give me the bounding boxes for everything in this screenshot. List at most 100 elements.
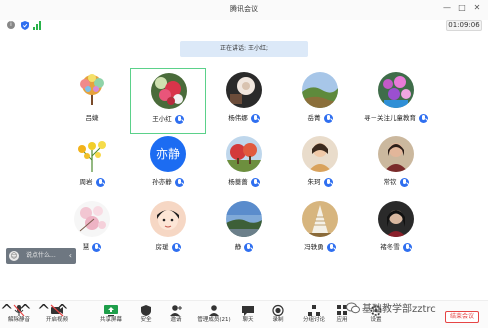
participant-tile[interactable]: 吕婕 bbox=[54, 68, 130, 134]
participant-name-row: 岳菁 bbox=[282, 113, 358, 125]
toolbar-label: 共享屏幕 bbox=[99, 317, 122, 323]
mic-on-icon bbox=[174, 114, 184, 124]
toolbar-label: 设置 bbox=[370, 317, 382, 323]
members-icon bbox=[209, 305, 219, 316]
chat-button[interactable]: 聊天 bbox=[238, 303, 258, 327]
participant-tile[interactable]: 亦静 孙亦静 bbox=[130, 132, 206, 198]
participant-name: 杨蔷蔷 bbox=[228, 178, 248, 186]
participant-name: 孙亦静 bbox=[152, 178, 172, 186]
unmute-button[interactable]: 解除静音 bbox=[4, 303, 34, 327]
participant-name: 岳菁 bbox=[307, 114, 321, 122]
participant-tile[interactable]: 周岩 bbox=[54, 132, 130, 198]
chat-placeholder: 说点什么... bbox=[26, 252, 56, 259]
participant-name-row: 常钦 bbox=[358, 177, 434, 189]
participant-name: 冯轶勇 bbox=[304, 243, 324, 251]
maximize-button[interactable]: □ bbox=[457, 4, 467, 12]
chat-input[interactable]: ☺ 说点什么... ‹ bbox=[6, 248, 76, 264]
meeting-timer: 01:09:06 bbox=[446, 20, 482, 31]
participant-name: 杨伟娜 bbox=[228, 114, 248, 122]
mic-on-icon bbox=[174, 177, 184, 187]
participant-tile[interactable]: 静 bbox=[206, 197, 282, 263]
participant-name: 王小红 bbox=[152, 115, 172, 123]
avatar bbox=[74, 201, 110, 237]
speaking-indicator: 正在讲话: 王小红; bbox=[180, 41, 308, 57]
avatar bbox=[378, 136, 414, 172]
participant-name-row: 寻－关注儿童教育 bbox=[358, 113, 434, 125]
info-icon[interactable]: i bbox=[7, 21, 15, 29]
participant-tile[interactable]: 岳菁 bbox=[282, 68, 358, 134]
wechat-icon bbox=[346, 302, 360, 314]
toolbar-label: 分组讨论 bbox=[302, 317, 325, 323]
mic-on-icon bbox=[95, 177, 105, 187]
avatar bbox=[378, 72, 414, 108]
avatar bbox=[302, 201, 338, 237]
record-icon bbox=[272, 304, 284, 317]
emoji-icon[interactable]: ☺ bbox=[9, 251, 19, 261]
signal-strength-icon[interactable] bbox=[33, 21, 42, 30]
avatar bbox=[150, 201, 186, 237]
mic-on-icon bbox=[402, 242, 412, 252]
toolbar-label: 聊天 bbox=[242, 317, 254, 323]
participant-name-row: 冯轶勇 bbox=[282, 242, 358, 254]
participant-name-row: 周岩 bbox=[54, 177, 130, 189]
participant-tile[interactable]: 朱珂 bbox=[282, 132, 358, 198]
record-button[interactable]: 录制 bbox=[268, 303, 288, 327]
shield-icon bbox=[141, 305, 151, 316]
start-video-button[interactable]: 开启视频 bbox=[42, 303, 72, 327]
participant-name-row: 王小红 bbox=[131, 114, 205, 126]
title-bar: 腾讯会议 — □ ✕ bbox=[0, 0, 488, 20]
avatar bbox=[151, 73, 187, 109]
participant-name: 寻－关注儿童教育 bbox=[364, 114, 416, 122]
participant-tile-active-speaker[interactable]: 王小红 bbox=[130, 68, 206, 134]
manage-members-button[interactable]: 管理成员(21) bbox=[194, 303, 234, 327]
security-shield-icon[interactable] bbox=[21, 21, 29, 30]
participant-name: 褚冬雪 bbox=[380, 243, 400, 251]
avatar bbox=[226, 201, 262, 237]
avatar-initials: 亦静 bbox=[150, 136, 186, 172]
participant-tile[interactable]: 杨伟娜 bbox=[206, 68, 282, 134]
avatar bbox=[302, 72, 338, 108]
toolbar-label: 录制 bbox=[272, 317, 284, 323]
mic-on-icon bbox=[326, 242, 336, 252]
participant-name: 常钦 bbox=[383, 178, 397, 186]
mic-on-icon bbox=[323, 113, 333, 123]
participant-tile[interactable]: 常钦 bbox=[358, 132, 434, 198]
avatar bbox=[302, 136, 338, 172]
participant-name: 吕婕 bbox=[85, 114, 99, 122]
end-meeting-button[interactable]: 结束会议 bbox=[445, 311, 479, 323]
participant-tile[interactable]: 褚冬雪 bbox=[358, 197, 434, 263]
minimize-button[interactable]: — bbox=[442, 4, 452, 12]
breakout-rooms-button[interactable]: 分组讨论 bbox=[300, 303, 328, 327]
mic-on-icon bbox=[323, 177, 333, 187]
meeting-info-bar: i 01:09:06 bbox=[0, 20, 488, 32]
chat-icon bbox=[242, 306, 254, 316]
mic-on-icon bbox=[244, 242, 254, 252]
participant-name: 房瑗 bbox=[155, 243, 169, 251]
participant-tile[interactable]: 冯轶勇 bbox=[282, 197, 358, 263]
share-screen-button[interactable]: 共享屏幕 bbox=[96, 303, 126, 327]
mic-on-icon bbox=[419, 113, 428, 123]
participant-name: 朱珂 bbox=[307, 178, 321, 186]
avatar bbox=[74, 72, 110, 108]
close-button[interactable]: ✕ bbox=[472, 4, 482, 12]
toolbar-label: 邀请 bbox=[170, 317, 182, 323]
participant-name: 慧 bbox=[82, 243, 90, 251]
participant-tile[interactable]: 寻－关注儿童教育 bbox=[358, 68, 434, 134]
participant-name-row: 吕婕 bbox=[54, 113, 130, 125]
participant-name-row: 孙亦静 bbox=[130, 177, 206, 189]
toolbar-label: 应用 bbox=[336, 317, 348, 323]
participant-name-row: 杨蔷蔷 bbox=[206, 177, 282, 189]
invite-button[interactable]: 邀请 bbox=[166, 303, 186, 327]
toolbar-label: 解除静音 bbox=[7, 317, 30, 323]
participant-name: 静 bbox=[234, 243, 242, 251]
security-button[interactable]: 安全 bbox=[136, 303, 156, 327]
camera-off-icon bbox=[50, 304, 64, 317]
collapse-chat-button[interactable]: ‹ bbox=[69, 248, 72, 264]
participant-tile[interactable]: 杨蔷蔷 bbox=[206, 132, 282, 198]
avatar bbox=[226, 72, 262, 108]
participant-tile[interactable]: 房瑗 bbox=[130, 197, 206, 263]
mic-on-icon bbox=[171, 242, 181, 252]
participant-name-row: 朱珂 bbox=[282, 177, 358, 189]
toolbar-label: 开启视频 bbox=[45, 317, 68, 323]
avatar bbox=[226, 136, 262, 172]
